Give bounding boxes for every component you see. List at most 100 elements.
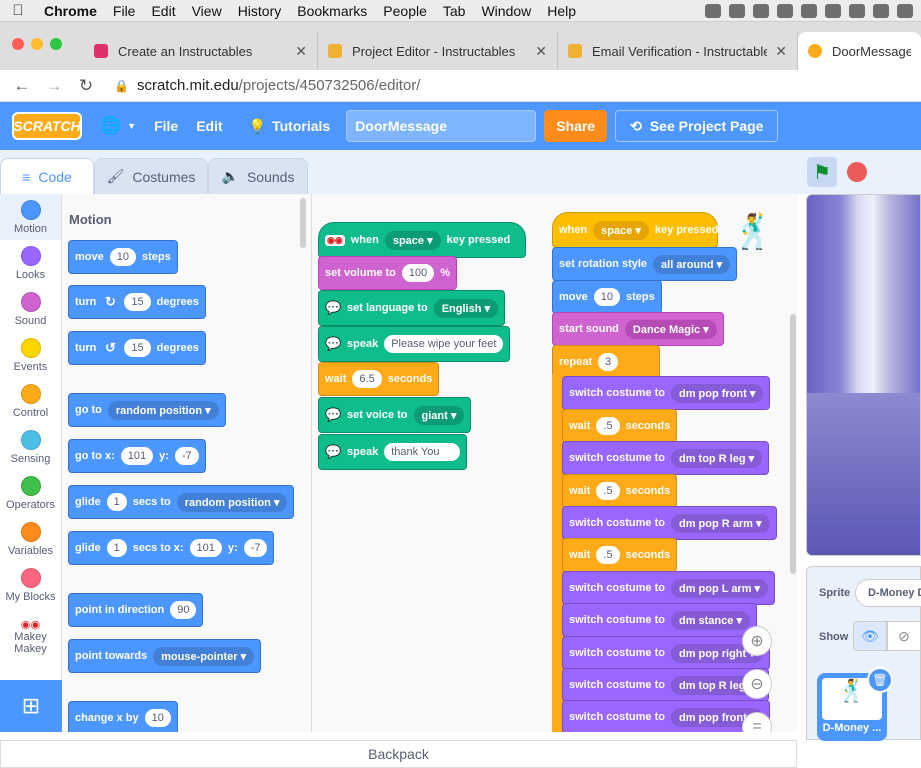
- minimize-window-button[interactable]: [31, 38, 43, 50]
- category-operators[interactable]: Operators: [0, 470, 61, 516]
- browser-tab-create-instructables[interactable]: Create an Instructables ✕: [84, 32, 318, 70]
- scratch-edit-menu[interactable]: Edit: [196, 118, 222, 134]
- tab-code[interactable]: ≡ Code: [0, 158, 94, 194]
- block-point-in-direction[interactable]: point in direction 90: [68, 593, 204, 627]
- script2-repeat[interactable]: repeat 3: [552, 345, 660, 379]
- menu-help[interactable]: Help: [539, 3, 584, 19]
- project-title-input[interactable]: DoorMessage: [346, 110, 537, 142]
- menu-tab[interactable]: Tab: [435, 3, 474, 19]
- block-move-steps[interactable]: move 10 steps: [68, 240, 178, 274]
- block-glide-to[interactable]: glide 1 secs to random position ▾: [68, 485, 295, 519]
- menu-people[interactable]: People: [375, 3, 435, 19]
- send-icon[interactable]: [825, 3, 841, 18]
- menu-view[interactable]: View: [184, 3, 230, 19]
- category-looks[interactable]: Looks: [0, 240, 61, 286]
- wifi-icon[interactable]: [897, 3, 913, 18]
- stop-button[interactable]: [847, 162, 867, 182]
- stage-canvas[interactable]: [806, 194, 921, 556]
- script2-switch-costume[interactable]: switch costume todm pop front ▾: [562, 700, 771, 732]
- code-workspace[interactable]: ◉◉ when space ▾ key pressed set volume to 10…: [312, 194, 797, 732]
- menu-history[interactable]: History: [230, 3, 290, 19]
- tab-costumes[interactable]: 🖌 Costumes: [94, 158, 208, 194]
- script2-switch-costume[interactable]: switch costume todm pop right ▾: [562, 636, 770, 670]
- palette-scrollbar[interactable]: [300, 198, 306, 248]
- script1-when-key-pressed[interactable]: ◉◉ when space ▾ key pressed: [318, 222, 526, 258]
- menu-app[interactable]: Chrome: [36, 3, 105, 19]
- script2-wait[interactable]: wait .5 seconds: [562, 409, 678, 443]
- sprite-name-input[interactable]: D-Money Dance: [855, 579, 921, 607]
- workspace-scrollbar[interactable]: [790, 314, 796, 574]
- category-sensing[interactable]: Sensing: [0, 424, 61, 470]
- delete-sprite-button[interactable]: 🗑: [867, 667, 893, 693]
- category-motion[interactable]: Motion: [0, 194, 61, 240]
- category-sound[interactable]: Sound: [0, 286, 61, 332]
- key-dropdown[interactable]: space ▾: [593, 220, 649, 240]
- rotation-dropdown[interactable]: all around ▾: [653, 254, 731, 274]
- dropbox-icon[interactable]: [729, 3, 745, 18]
- accessibility-icon[interactable]: [873, 3, 889, 18]
- block-turn-right[interactable]: turn ↻ 15 degrees: [68, 285, 206, 319]
- apple-icon[interactable]: : [0, 2, 36, 19]
- script2-switch-costume[interactable]: switch costume to dm pop R arm ▾: [562, 506, 777, 540]
- category-my-blocks[interactable]: My Blocks: [0, 562, 61, 608]
- browser-tab-email-verification[interactable]: Email Verification - Instructables ✕: [558, 32, 798, 70]
- costume-dropdown[interactable]: dm pop R arm ▾: [670, 513, 770, 533]
- block-turn-left[interactable]: turn ↺ 15 degrees: [68, 331, 206, 365]
- tab-sounds[interactable]: 🔈 Sounds: [208, 158, 308, 194]
- key-dropdown[interactable]: space ▾: [384, 230, 441, 250]
- show-sprite-button[interactable]: 👁: [853, 621, 887, 651]
- script2-move-steps[interactable]: move 10 steps: [552, 280, 662, 314]
- close-tab-icon[interactable]: ✕: [775, 43, 787, 60]
- tutorials-button[interactable]: 💡 Tutorials: [249, 118, 331, 135]
- scratch-file-menu[interactable]: File: [154, 118, 178, 134]
- close-tab-icon[interactable]: ✕: [535, 43, 547, 60]
- scratch-logo[interactable]: SCRATCH: [12, 112, 82, 140]
- script1-speak[interactable]: 💬 speak Please wipe your feet: [318, 326, 511, 362]
- url-field[interactable]: scratch.mit.edu/projects/450732506/edito…: [137, 77, 421, 94]
- costume-dropdown[interactable]: dm stance ▾: [670, 610, 750, 630]
- browser-tab-project-editor[interactable]: Project Editor - Instructables ✕: [318, 32, 558, 70]
- cloud-icon[interactable]: [753, 3, 769, 18]
- category-control[interactable]: Control: [0, 378, 61, 424]
- costume-dropdown[interactable]: dm pop front ▾: [670, 383, 764, 403]
- menu-bookmarks[interactable]: Bookmarks: [289, 3, 375, 19]
- menu-file[interactable]: File: [105, 3, 144, 19]
- voice-dropdown[interactable]: giant ▾: [413, 405, 465, 425]
- menu-edit[interactable]: Edit: [143, 3, 183, 19]
- category-events[interactable]: Events: [0, 332, 61, 378]
- lock-icon[interactable]: 🔒: [114, 79, 129, 93]
- script2-when-key-pressed[interactable]: when space ▾ key pressed: [552, 212, 719, 248]
- see-project-page-button[interactable]: ⟲ See Project Page: [615, 110, 779, 142]
- script1-set-voice[interactable]: 💬 set voice to giant ▾: [318, 397, 472, 433]
- script1-wait[interactable]: wait 6.5 seconds: [318, 362, 440, 396]
- point-towards-dropdown[interactable]: mouse-pointer ▾: [153, 646, 255, 666]
- script2-wait[interactable]: wait .5 seconds: [562, 538, 678, 572]
- script2-wait[interactable]: wait .5 seconds: [562, 474, 678, 508]
- close-window-button[interactable]: [12, 38, 24, 50]
- back-arrow-icon[interactable]: ←: [6, 76, 38, 96]
- block-change-x[interactable]: change x by 10: [68, 701, 178, 732]
- category-makey-makey[interactable]: ◉◉ Makey Makey: [0, 608, 61, 664]
- language-dropdown[interactable]: English ▾: [433, 298, 498, 318]
- zoom-in-button[interactable]: ⊕: [742, 626, 772, 656]
- clipboard-icon[interactable]: [801, 3, 817, 18]
- share-button[interactable]: Share: [544, 110, 608, 142]
- backpack-bar[interactable]: Backpack: [0, 740, 797, 768]
- hide-sprite-button[interactable]: ⊘: [887, 621, 921, 651]
- forward-arrow-icon[interactable]: →: [38, 76, 70, 96]
- script1-set-language[interactable]: 💬 set language to English ▾: [318, 290, 505, 326]
- costume-dropdown[interactable]: dm top R leg ▾: [670, 448, 763, 468]
- menu-window[interactable]: Window: [473, 3, 539, 19]
- block-go-to-xy[interactable]: go to x: 101 y: -7: [68, 439, 206, 473]
- zoom-out-button[interactable]: ⊖: [742, 669, 772, 699]
- script2-switch-costume[interactable]: switch costume to dm pop L arm ▾: [562, 571, 776, 605]
- block-point-towards[interactable]: point towards mouse-pointer ▾: [68, 639, 262, 673]
- script2-set-rotation-style[interactable]: set rotation style all around ▾: [552, 247, 738, 281]
- green-flag-button[interactable]: ⚑: [807, 157, 837, 187]
- close-tab-icon[interactable]: ✕: [295, 43, 307, 60]
- script1-set-volume[interactable]: set volume to 100%: [318, 256, 458, 290]
- add-extension-button[interactable]: ⊞: [0, 680, 62, 732]
- evernote-icon[interactable]: [777, 3, 793, 18]
- script1-speak-thanks[interactable]: 💬 speak thank You: [318, 434, 467, 470]
- script2-switch-costume[interactable]: switch costume todm pop front ▾: [562, 376, 771, 410]
